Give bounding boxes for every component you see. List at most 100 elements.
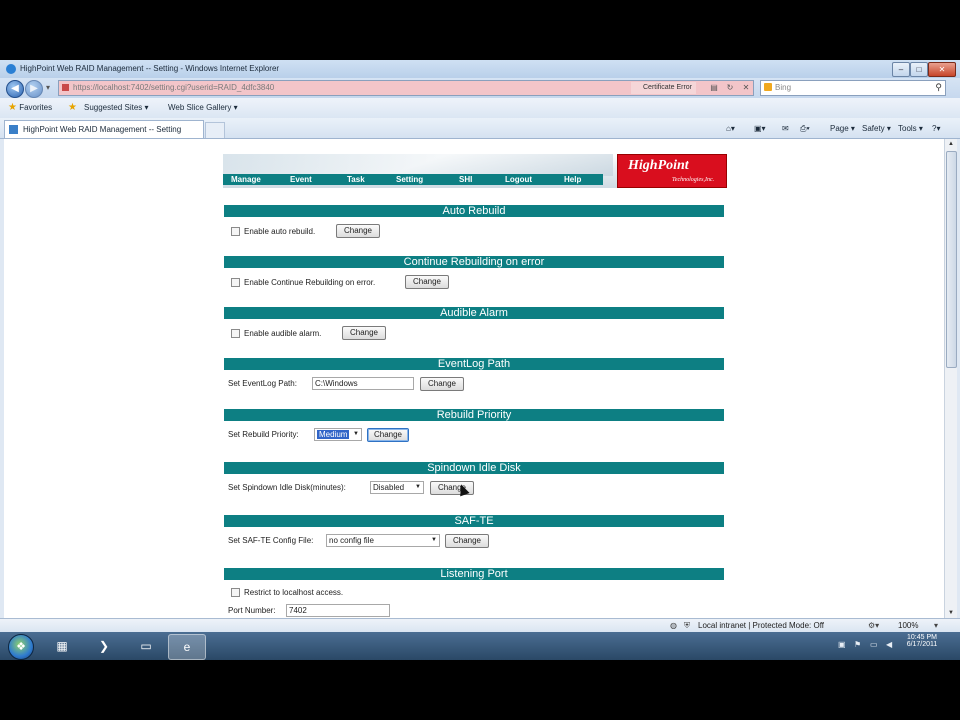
- safte-change-button[interactable]: Change: [445, 534, 489, 548]
- help-icon[interactable]: ?▾: [932, 124, 940, 133]
- zoom-level[interactable]: 100%: [898, 621, 918, 630]
- menu-logout[interactable]: Logout: [505, 175, 532, 184]
- print-icon[interactable]: ⎙▾: [800, 124, 810, 134]
- powershell-icon: ❯: [98, 639, 110, 653]
- forward-arrow-icon: ▶: [30, 83, 38, 94]
- tray-volume-icon[interactable]: ◀: [886, 640, 895, 649]
- audible-alarm-checkbox[interactable]: [231, 329, 240, 338]
- restrict-localhost-checkbox[interactable]: [231, 588, 240, 597]
- page-menu[interactable]: Page ▾: [830, 124, 855, 133]
- highpoint-logo: HighPoint Technologies,Inc.: [617, 154, 727, 188]
- tray-monitor-icon[interactable]: ▭: [870, 640, 879, 649]
- maximize-button[interactable]: □: [910, 62, 928, 77]
- section-safte-title: SAF-TE: [224, 515, 724, 527]
- web-slice-gallery-button[interactable]: Web Slice Gallery ▾: [168, 103, 238, 112]
- zoom-dropdown-icon[interactable]: ▾: [934, 621, 943, 630]
- taskbar-explorer[interactable]: ▭: [128, 634, 164, 658]
- taskbar: ❖ ▦ ❯ ▭ e ▣ ⚑ ▭ ◀ 10:45 PM 6/17/2011: [0, 632, 960, 660]
- stop-icon[interactable]: ✕: [741, 83, 751, 93]
- tray-network-icon[interactable]: ▣: [838, 640, 847, 649]
- menu-shi[interactable]: SHI: [459, 175, 472, 184]
- history-dropdown-icon[interactable]: ▾: [43, 83, 53, 93]
- menu-task[interactable]: Task: [347, 175, 365, 184]
- spindown-select[interactable]: Disabled ▼: [370, 481, 424, 494]
- ie-icon: e: [183, 640, 191, 654]
- address-bar[interactable]: https://localhost:7402/setting.cgi?useri…: [58, 80, 754, 96]
- banner-decoration: [223, 154, 613, 176]
- rebuild-priority-change-button[interactable]: Change: [367, 428, 409, 442]
- security-zone-text: Local intranet | Protected Mode: Off: [698, 621, 824, 630]
- compatibility-icon[interactable]: ▤: [709, 83, 719, 93]
- windows-logo-icon: ❖: [16, 641, 26, 653]
- section-rebuild-priority-title: Rebuild Priority: [224, 409, 724, 421]
- menu-manage[interactable]: Manage: [231, 175, 261, 184]
- continue-rebuilding-change-button[interactable]: Change: [405, 275, 449, 289]
- taskbar-powershell[interactable]: ❯: [86, 634, 122, 658]
- back-arrow-icon: ◀: [11, 83, 19, 94]
- safte-select[interactable]: no config file ▼: [326, 534, 440, 547]
- scroll-down-icon[interactable]: ▼: [945, 608, 957, 618]
- search-icon[interactable]: ⚲: [935, 82, 942, 93]
- dropdown-arrow-icon: ▼: [415, 484, 421, 490]
- safety-menu[interactable]: Safety ▾: [862, 124, 891, 133]
- continue-rebuilding-label: Enable Continue Rebuilding on error.: [244, 278, 376, 287]
- safte-value: no config file: [329, 536, 374, 545]
- spindown-label: Set Spindown Idle Disk(minutes):: [228, 483, 346, 492]
- forward-button[interactable]: ▶: [25, 80, 43, 98]
- section-audible-alarm-title: Audible Alarm: [224, 307, 724, 319]
- dropdown-arrow-icon: ▼: [431, 537, 437, 543]
- new-tab-button[interactable]: [205, 122, 225, 138]
- refresh-icon[interactable]: ↻: [725, 83, 735, 93]
- tray-flag-icon[interactable]: ⚑: [854, 640, 863, 649]
- scroll-up-icon[interactable]: ▲: [945, 139, 957, 149]
- bing-icon: [764, 83, 772, 91]
- eventlog-path-label: Set EventLog Path:: [228, 379, 297, 388]
- taskbar-server-manager[interactable]: ▦: [44, 634, 80, 658]
- port-number-input[interactable]: 7402: [286, 604, 390, 617]
- status-bar: ◍ ⛨ Local intranet | Protected Mode: Off…: [0, 618, 960, 633]
- search-placeholder: Bing: [775, 83, 792, 92]
- menu-event[interactable]: Event: [290, 175, 312, 184]
- star-icon: ★: [8, 102, 17, 113]
- tools-menu[interactable]: Tools ▾: [898, 124, 923, 133]
- favorites-button[interactable]: ★ Favorites: [8, 102, 52, 113]
- shield-icon: ⛨: [684, 621, 690, 630]
- section-eventlog-path-title: EventLog Path: [224, 358, 724, 370]
- tab-page-icon: [9, 125, 18, 134]
- search-box[interactable]: Bing ⚲: [760, 80, 946, 96]
- menu-help[interactable]: Help: [564, 175, 581, 184]
- auto-rebuild-checkbox[interactable]: [231, 227, 240, 236]
- taskbar-internet-explorer[interactable]: e: [168, 634, 206, 660]
- minimize-button[interactable]: –: [892, 62, 910, 77]
- menu-setting[interactable]: Setting: [396, 175, 423, 184]
- feeds-icon[interactable]: ▣▾: [754, 124, 766, 133]
- address-row: ◀ ▶ ▾ https://localhost:7402/setting.cgi…: [0, 78, 960, 98]
- mail-icon[interactable]: ✉: [782, 124, 789, 133]
- continue-rebuilding-checkbox[interactable]: [231, 278, 240, 287]
- logo-main-text: HighPoint: [628, 158, 689, 173]
- audible-alarm-change-button[interactable]: Change: [342, 326, 386, 340]
- vertical-scrollbar[interactable]: ▲ ▼: [944, 139, 957, 618]
- close-button[interactable]: ✕: [928, 62, 956, 77]
- eventlog-path-input[interactable]: C:\Windows: [312, 377, 414, 390]
- window-title-bar: HighPoint Web RAID Management -- Setting…: [0, 60, 960, 78]
- auto-rebuild-change-button[interactable]: Change: [336, 224, 380, 238]
- system-clock[interactable]: 10:45 PM 6/17/2011: [902, 634, 942, 648]
- scrollbar-thumb[interactable]: [946, 151, 957, 368]
- add-favorites-icon[interactable]: ★: [68, 102, 77, 113]
- folder-icon: ▭: [140, 639, 152, 653]
- protected-mode-icon[interactable]: ⚙▾: [868, 621, 888, 630]
- auto-rebuild-label: Enable auto rebuild.: [244, 227, 316, 236]
- dropdown-arrow-icon: ▼: [353, 431, 359, 437]
- window-title: HighPoint Web RAID Management -- Setting…: [20, 64, 280, 73]
- eventlog-path-change-button[interactable]: Change: [420, 377, 464, 391]
- tab-setting[interactable]: HighPoint Web RAID Management -- Setting: [4, 120, 204, 138]
- home-icon[interactable]: ⌂▾: [726, 124, 735, 133]
- certificate-error-button[interactable]: Certificate Error: [631, 82, 697, 94]
- suggested-sites-button[interactable]: Suggested Sites ▾: [84, 103, 149, 112]
- rebuild-priority-select[interactable]: Medium ▼: [314, 428, 362, 441]
- favorites-label: Favorites: [19, 103, 53, 112]
- start-button[interactable]: ❖: [8, 634, 34, 660]
- tab-row: HighPoint Web RAID Management -- Setting…: [0, 118, 960, 139]
- back-button[interactable]: ◀: [6, 80, 24, 98]
